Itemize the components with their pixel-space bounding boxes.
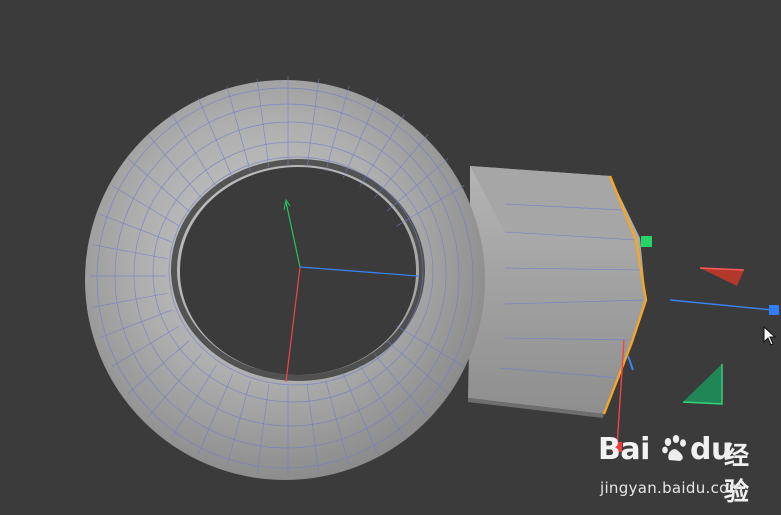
watermark-brand-cn: 经验 xyxy=(724,441,750,506)
watermark-brand-prefix: Bai xyxy=(598,432,650,467)
torus-mesh[interactable] xyxy=(85,76,485,480)
baidu-watermark: Bai du 经验 jingyan.baidu.com xyxy=(598,432,768,506)
watermark-brand: Bai xyxy=(598,432,650,467)
move-axis-x xyxy=(669,299,774,311)
watermark-url: jingyan.baidu.com xyxy=(600,479,744,497)
baidu-paw-icon xyxy=(660,434,690,464)
move-handle-x xyxy=(769,305,779,315)
plane-handle-xy xyxy=(700,268,744,286)
move-handle-z xyxy=(641,236,652,247)
plane-handle-yz xyxy=(683,364,722,404)
extruded-tab[interactable] xyxy=(468,166,648,418)
3d-viewport[interactable]: Bai du 经验 jingyan.baidu.com xyxy=(0,0,781,515)
